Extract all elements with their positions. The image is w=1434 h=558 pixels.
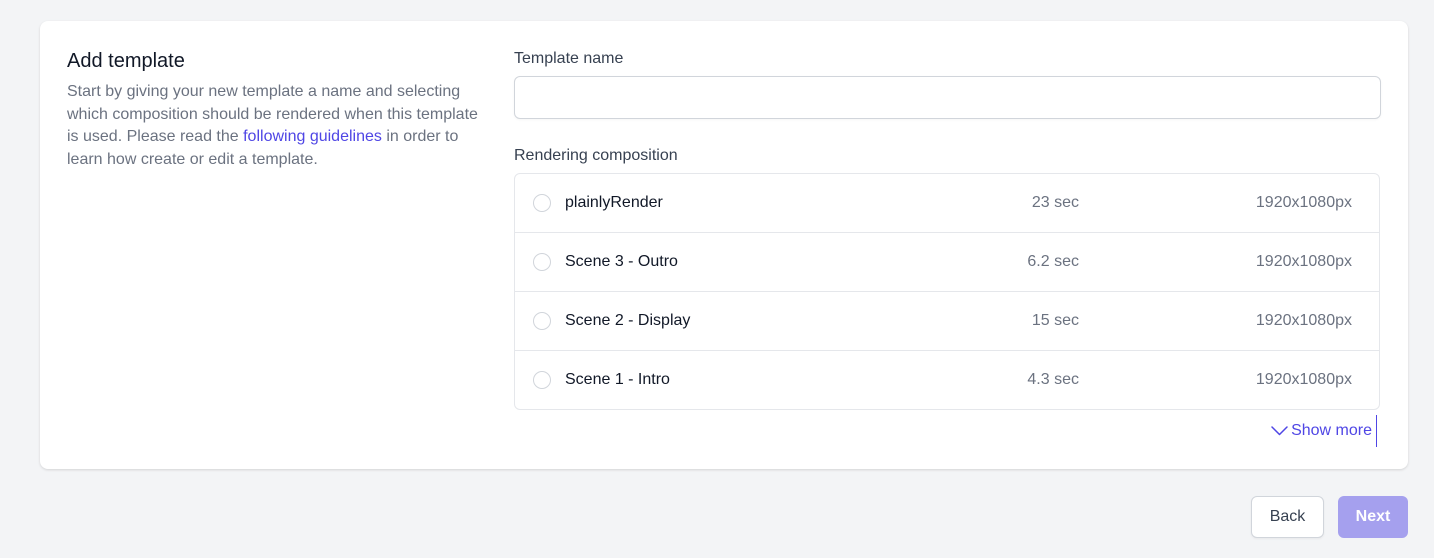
composition-duration: 4.3 sec — [1027, 371, 1079, 388]
intro-description: Start by giving your new template a name… — [67, 81, 479, 171]
composition-radio[interactable] — [533, 253, 551, 271]
composition-list: plainlyRender 23 sec 1920x1080px Scene 3 - … — [514, 173, 1380, 410]
composition-name: plainlyRender — [565, 194, 663, 211]
add-template-card: Add template Start by giving your new te… — [40, 21, 1408, 469]
next-button[interactable]: Next — [1338, 496, 1408, 538]
composition-name: Scene 1 - Intro — [565, 371, 670, 388]
show-more-button[interactable]: Show more — [1271, 415, 1377, 447]
composition-duration: 6.2 sec — [1027, 253, 1079, 270]
composition-row[interactable]: plainlyRender 23 sec 1920x1080px — [515, 174, 1379, 232]
composition-duration: 15 sec — [1031, 312, 1079, 329]
intro-section: Add template Start by giving your new te… — [67, 49, 479, 171]
template-name-label: Template name — [514, 50, 624, 67]
composition-row[interactable]: Scene 2 - Display 15 sec 1920x1080px — [515, 291, 1379, 350]
composition-resolution: 1920x1080px — [1255, 371, 1352, 388]
show-more-label: Show more — [1291, 422, 1372, 439]
composition-name: Scene 3 - Outro — [565, 253, 678, 270]
composition-duration: 23 sec — [1031, 194, 1079, 211]
back-button[interactable]: Back — [1251, 496, 1324, 538]
composition-row[interactable]: Scene 3 - Outro 6.2 sec 1920x1080px — [515, 232, 1379, 291]
rendering-composition-label: Rendering composition — [514, 147, 678, 164]
composition-resolution: 1920x1080px — [1255, 253, 1352, 270]
composition-resolution: 1920x1080px — [1255, 312, 1352, 329]
composition-row[interactable]: Scene 1 - Intro 4.3 sec 1920x1080px — [515, 350, 1379, 409]
composition-radio[interactable] — [533, 371, 551, 389]
composition-radio[interactable] — [533, 312, 551, 330]
composition-name: Scene 2 - Display — [565, 312, 691, 329]
composition-resolution: 1920x1080px — [1255, 194, 1352, 211]
chevron-down-icon — [1271, 426, 1288, 436]
page-title: Add template — [67, 50, 185, 72]
composition-radio[interactable] — [533, 194, 551, 212]
template-form: Template name Rendering composition plai… — [514, 49, 1382, 410]
guidelines-link[interactable]: following guidelines — [243, 128, 382, 145]
template-name-input[interactable] — [514, 76, 1381, 119]
